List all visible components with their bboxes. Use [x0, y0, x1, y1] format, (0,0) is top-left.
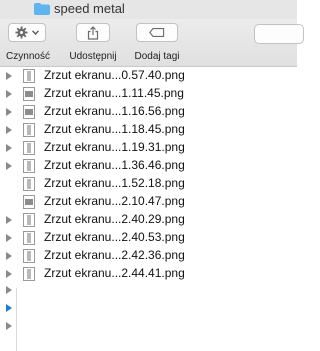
- portrait-image-icon: [23, 249, 35, 263]
- disclosure-triangle-icon[interactable]: [6, 322, 12, 330]
- landscape-image-icon: [23, 105, 35, 119]
- disclosure-triangle-icon[interactable]: [6, 144, 12, 152]
- chevron-down-icon: [32, 30, 39, 35]
- disclosure-triangle-icon[interactable]: [6, 72, 12, 80]
- action-button[interactable]: [8, 23, 46, 42]
- list-item[interactable]: Zrzut ekranu...2.42.36.png: [0, 247, 297, 265]
- window-titlebar: speed metal: [0, 0, 297, 19]
- add-tags-button[interactable]: [136, 23, 178, 42]
- list-item[interactable]: Zrzut ekranu...1.18.45.png: [0, 121, 297, 139]
- disclosure-triangle-icon[interactable]: [6, 270, 12, 278]
- disclosure-triangle-icon[interactable]: [6, 126, 12, 134]
- file-name: Zrzut ekranu...2.42.36.png: [44, 248, 185, 262]
- portrait-image-icon: [23, 267, 35, 281]
- portrait-image-icon: [23, 69, 35, 83]
- portrait-image-icon: [23, 213, 35, 227]
- disclosure-triangle-icon[interactable]: [6, 162, 12, 170]
- list-item[interactable]: Zrzut ekranu...2.10.47.png: [0, 193, 297, 211]
- file-name: Zrzut ekranu...2.40.29.png: [44, 212, 185, 226]
- share-button[interactable]: [76, 23, 110, 42]
- landscape-image-icon: [23, 195, 35, 209]
- portrait-image-icon: [23, 141, 35, 155]
- file-name: Zrzut ekranu...1.36.46.png: [44, 158, 185, 172]
- file-name: Zrzut ekranu...1.16.56.png: [44, 104, 185, 118]
- file-name: Zrzut ekranu...2.10.47.png: [44, 194, 185, 208]
- portrait-image-icon: [23, 123, 35, 137]
- disclosure-triangle-icon[interactable]: [6, 216, 12, 224]
- file-name: Zrzut ekranu...0.57.40.png: [44, 68, 185, 82]
- gear-icon: [15, 26, 28, 39]
- file-name: Zrzut ekranu...2.44.41.png: [44, 266, 185, 280]
- disclosure-triangle-icon-selected[interactable]: [6, 304, 12, 312]
- disclosure-triangle-icon[interactable]: [6, 286, 12, 294]
- portrait-image-icon: [23, 177, 35, 191]
- list-item[interactable]: Zrzut ekranu...2.44.41.png: [0, 265, 297, 283]
- file-name: Zrzut ekranu...2.40.53.png: [44, 230, 185, 244]
- window-title: speed metal: [54, 1, 125, 16]
- column-divider: [16, 288, 17, 351]
- list-item[interactable]: Zrzut ekranu...1.52.18.png: [0, 175, 297, 193]
- file-name: Zrzut ekranu...1.18.45.png: [44, 122, 185, 136]
- file-list: Zrzut ekranu...0.57.40.png Zrzut ekranu.…: [0, 67, 297, 351]
- landscape-image-icon: [23, 87, 35, 101]
- list-item[interactable]: Zrzut ekranu...2.40.53.png: [0, 229, 297, 247]
- file-name: Zrzut ekranu...1.11.45.png: [44, 86, 184, 100]
- disclosure-triangle-icon[interactable]: [6, 90, 12, 98]
- toolbar: Czynność Udostępnij Dodaj tagi: [0, 19, 304, 67]
- list-item[interactable]: Zrzut ekranu...2.40.29.png: [0, 211, 297, 229]
- disclosure-triangle-icon[interactable]: [6, 234, 12, 242]
- folder-icon: [34, 3, 50, 15]
- list-item[interactable]: Zrzut ekranu...1.11.45.png: [0, 85, 297, 103]
- portrait-image-icon: [23, 231, 35, 245]
- list-item[interactable]: Zrzut ekranu...0.57.40.png: [0, 67, 297, 85]
- tag-icon: [149, 28, 165, 37]
- file-name: Zrzut ekranu...1.19.31.png: [44, 140, 185, 154]
- list-item[interactable]: Zrzut ekranu...1.19.31.png: [0, 139, 297, 157]
- list-item[interactable]: Zrzut ekranu...1.16.56.png: [0, 103, 297, 121]
- disclosure-triangle-icon[interactable]: [6, 252, 12, 260]
- portrait-image-icon: [23, 159, 35, 173]
- disclosure-triangle-icon[interactable]: [6, 108, 12, 116]
- list-item[interactable]: Zrzut ekranu...1.36.46.png: [0, 157, 297, 175]
- search-field[interactable]: [254, 24, 304, 44]
- file-name: Zrzut ekranu...1.52.18.png: [44, 176, 185, 190]
- share-icon: [87, 25, 99, 40]
